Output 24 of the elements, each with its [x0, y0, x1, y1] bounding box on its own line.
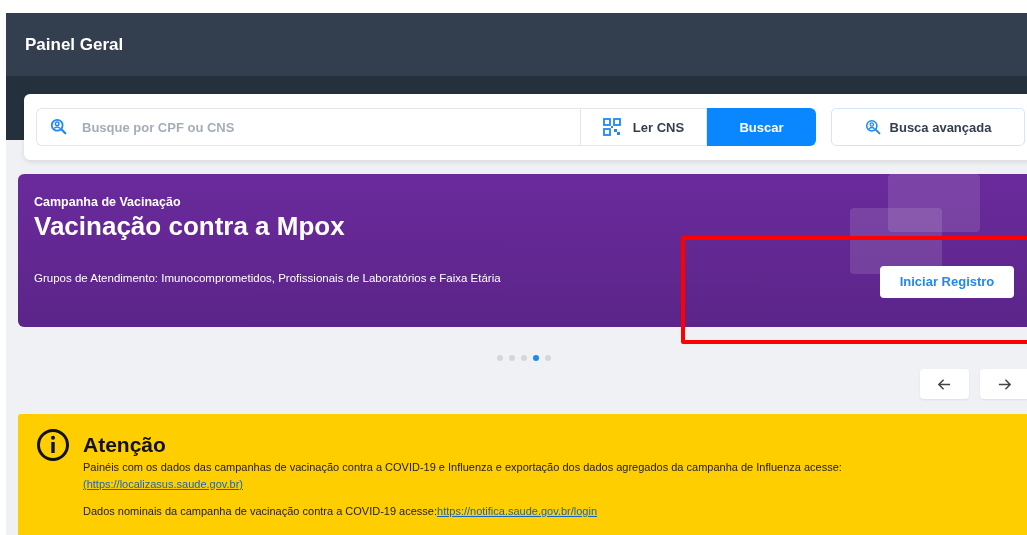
advanced-search-button[interactable]: Busca avançada — [831, 108, 1025, 146]
carousel-dot[interactable] — [545, 355, 551, 361]
next-button[interactable] — [980, 369, 1027, 399]
search-field[interactable]: Busque por CPF ou CNS — [36, 108, 580, 146]
previous-button[interactable] — [920, 369, 969, 399]
user-search-icon — [864, 118, 882, 136]
banner-description: Grupos de Atendimento: Imunocomprometidos, Profissionais de Laboratórios e Faixa Etária — [34, 272, 502, 284]
carousel-dot[interactable] — [509, 355, 515, 361]
banner-eyebrow: Campanha de Vacinação — [34, 195, 182, 209]
scan-button[interactable]: Ler CNS — [580, 108, 707, 146]
carousel-dot[interactable] — [533, 355, 539, 361]
notice-link[interactable]: (https://localizasus.saude.gov.br) — [83, 478, 243, 490]
notice-link[interactable]: https://notifica.saude.gov.br/login — [437, 505, 598, 517]
info-icon — [36, 428, 70, 462]
start-registration-button[interactable]: Iniciar Registro — [880, 265, 1014, 298]
notice-title: Atenção — [83, 433, 167, 457]
search-button[interactable]: Buscar — [707, 108, 816, 146]
notice-text: Painéis com os dados das campanhas de vacinação contra a COVID-19 e Influenza e exportação dos dados agregados da campanha de Influenza acesse: (https://localizasus.saude.gov.br) — [83, 460, 842, 492]
page-title: Painel Geral — [25, 34, 124, 55]
carousel-dot[interactable] — [521, 355, 527, 361]
carousel-dot[interactable] — [497, 355, 503, 361]
notice-text: Dados nominais da campanha de vacinação contra a COVID-19 acesse:https://notifica.saude.gov.br/login — [83, 504, 599, 519]
banner-title: Vacinação contra a Mpox — [34, 211, 346, 242]
qr-code-icon — [602, 118, 621, 136]
